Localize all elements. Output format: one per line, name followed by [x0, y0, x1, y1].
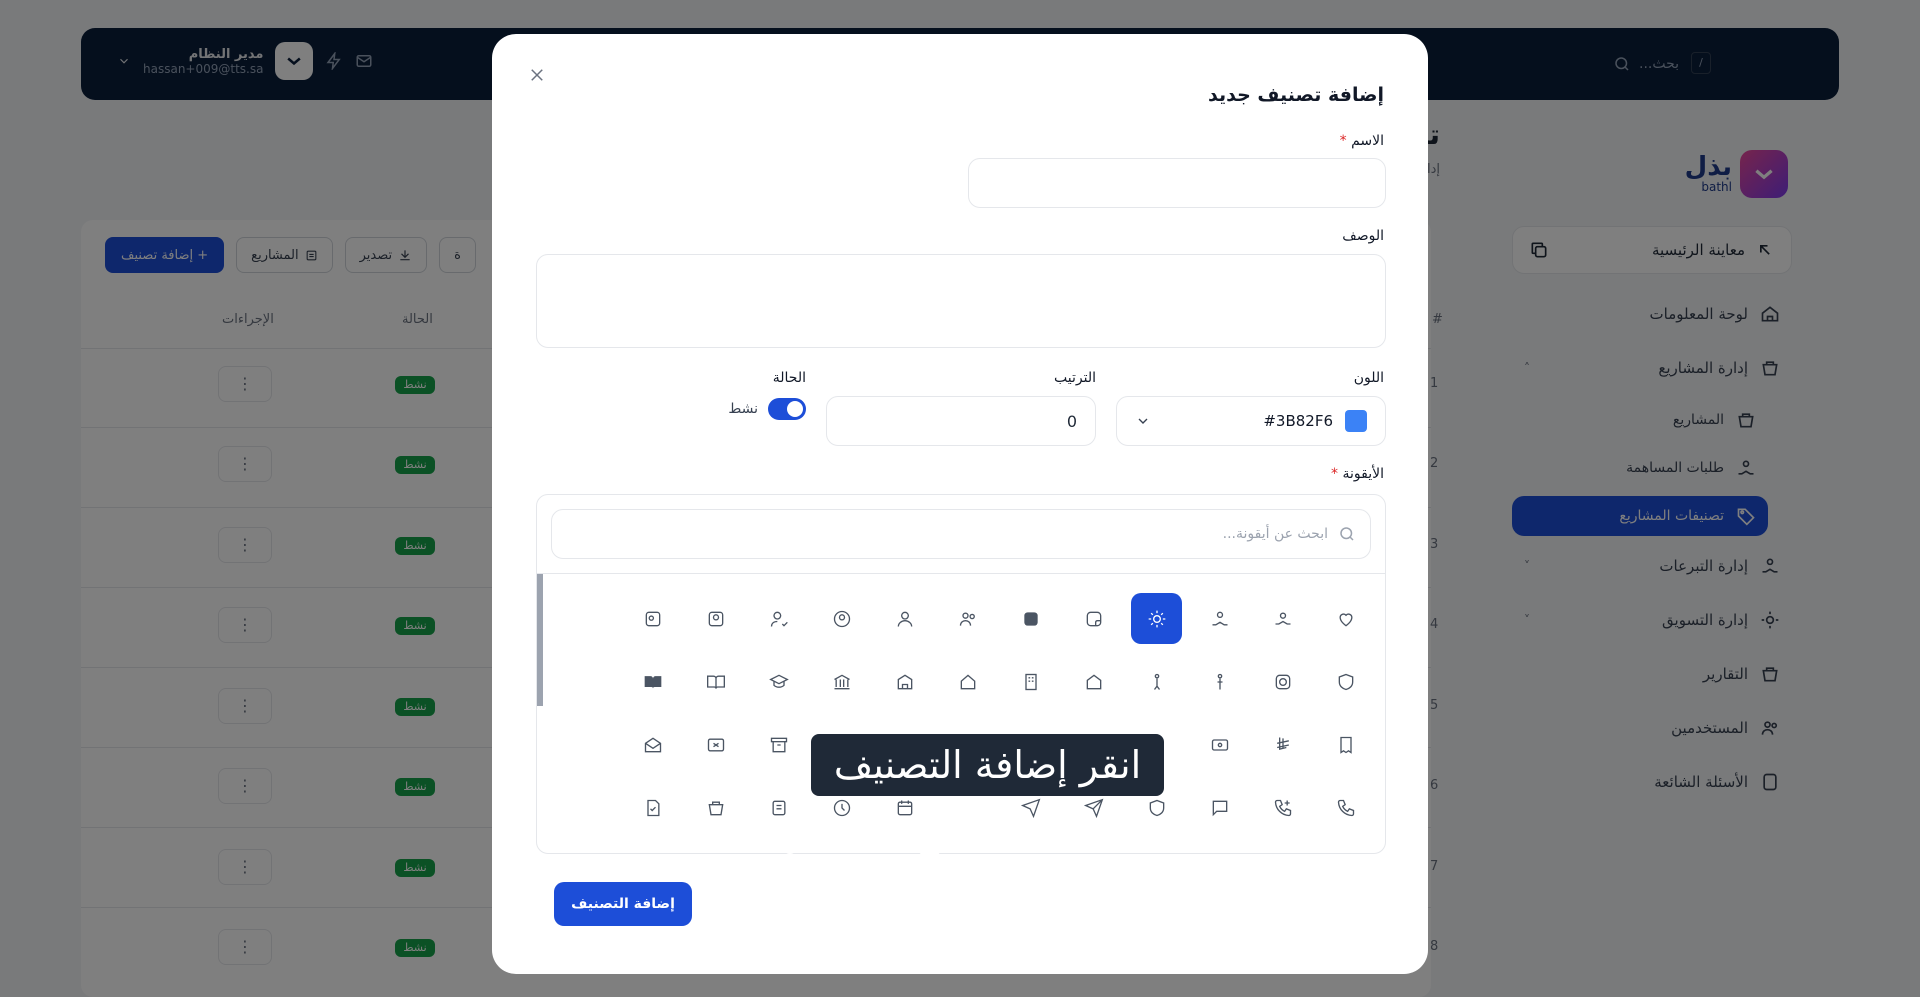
- graduation-cap-icon[interactable]: [753, 656, 804, 707]
- icon-label: الأيقونة *: [1331, 466, 1384, 482]
- empty-slot: [564, 719, 615, 770]
- book-open-icon[interactable]: [690, 656, 741, 707]
- name-input[interactable]: [968, 158, 1386, 208]
- empty-slot: [564, 782, 615, 833]
- contact-icon[interactable]: [627, 593, 678, 644]
- hand-user-icon[interactable]: [1194, 593, 1245, 644]
- phone-icon[interactable]: [1320, 782, 1371, 833]
- description-textarea[interactable]: [536, 254, 1386, 348]
- receipt-icon[interactable]: [1320, 719, 1371, 770]
- heart-icon[interactable]: [1320, 593, 1371, 644]
- accessibility-icon[interactable]: [1131, 656, 1182, 707]
- user-circle-icon[interactable]: [816, 593, 867, 644]
- empty-slot: [564, 593, 615, 644]
- mail-open-icon[interactable]: [627, 719, 678, 770]
- close-icon[interactable]: [528, 66, 546, 84]
- office-icon[interactable]: [1005, 656, 1056, 707]
- clock-icon[interactable]: [1257, 656, 1308, 707]
- empty-slot: [564, 656, 615, 707]
- description-label: الوصف: [1342, 228, 1384, 244]
- modal-title: إضافة تصنيف جديد: [1208, 84, 1384, 106]
- pointer-arrow-icon: [739, 789, 967, 955]
- shield-user-icon[interactable]: [1320, 656, 1371, 707]
- color-swatch: [1345, 410, 1367, 432]
- mail-x-icon[interactable]: [690, 719, 741, 770]
- color-picker[interactable]: #3B82F6: [1116, 396, 1386, 446]
- users-icon[interactable]: [942, 593, 993, 644]
- person-standing-icon[interactable]: [1194, 656, 1245, 707]
- color-value: #3B82F6: [1263, 412, 1333, 430]
- phone-plus-icon[interactable]: [1257, 782, 1308, 833]
- add-category-submit-button[interactable]: إضافة التصنيف: [554, 882, 692, 926]
- required-mark: *: [1339, 133, 1347, 149]
- order-label: الترتيب: [1054, 370, 1096, 386]
- status-toggle[interactable]: [768, 398, 806, 420]
- color-label: اللون: [1353, 370, 1384, 386]
- instruction-tooltip: انقر إضافة التصنيف: [811, 734, 1164, 796]
- icon-label-text: الأيقونة: [1342, 466, 1385, 482]
- icon-search-placeholder: ابحث عن أيقونة...: [1222, 526, 1328, 542]
- archive-icon[interactable]: [753, 719, 804, 770]
- required-mark: *: [1331, 466, 1339, 482]
- chevron-down-icon: [1138, 418, 1148, 424]
- status-label: الحالة: [772, 370, 806, 386]
- school-icon[interactable]: [879, 656, 930, 707]
- landmark-icon[interactable]: [816, 656, 867, 707]
- search-icon: [1340, 527, 1354, 541]
- file-check-icon[interactable]: [627, 782, 678, 833]
- riyal-icon[interactable]: [1257, 719, 1308, 770]
- user-check-icon[interactable]: [753, 593, 804, 644]
- sun-icon[interactable]: [1131, 593, 1182, 644]
- house-icon[interactable]: [942, 656, 993, 707]
- icon-search-input[interactable]: ابحث عن أيقونة...: [551, 509, 1371, 559]
- banknote-icon[interactable]: [1194, 719, 1245, 770]
- message-square-icon[interactable]: [1194, 782, 1245, 833]
- status-toggle-label: نشط: [728, 401, 758, 417]
- status-toggle-wrap: نشط: [728, 398, 806, 420]
- building-icon[interactable]: [1068, 656, 1119, 707]
- user-square-icon[interactable]: [690, 593, 741, 644]
- user-icon[interactable]: [879, 593, 930, 644]
- name-label: الاسم *: [1340, 133, 1384, 149]
- name-label-text: الاسم: [1351, 133, 1384, 149]
- hand-coins-icon[interactable]: [1257, 593, 1308, 644]
- icon-scrollbar[interactable]: [537, 574, 543, 706]
- book-filled-icon[interactable]: [627, 656, 678, 707]
- divider: [537, 573, 1385, 574]
- sticker-filled-icon[interactable]: [1005, 593, 1056, 644]
- order-input[interactable]: 0: [826, 396, 1096, 446]
- sticker-icon[interactable]: [1068, 593, 1119, 644]
